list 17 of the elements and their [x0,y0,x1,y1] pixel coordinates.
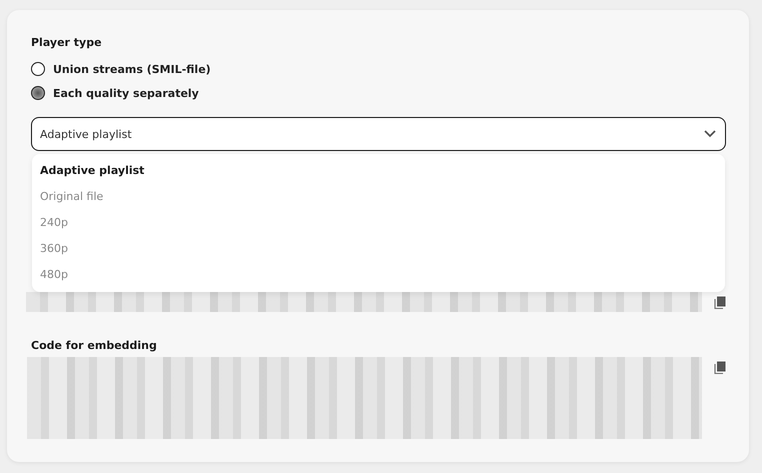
radio-label: Union streams (SMIL-file) [53,62,211,76]
dropdown-option[interactable]: Adaptive playlist [32,158,725,184]
dropdown-option[interactable]: Original file [32,184,725,210]
radio-label: Each quality separately [53,86,199,100]
copy-icon[interactable] [714,361,726,374]
radio-option[interactable]: Union streams (SMIL-file) [31,62,726,76]
radio-icon[interactable] [31,86,45,100]
radio-option[interactable]: Each quality separately [31,86,726,100]
quality-select[interactable]: Adaptive playlist [31,117,726,151]
radio-icon[interactable] [31,62,45,76]
dropdown-option[interactable]: 360p [32,236,725,262]
dropdown-option[interactable]: 480p [32,262,725,288]
dropdown-option[interactable]: 240p [32,210,725,236]
copy-icon[interactable] [714,296,726,309]
section-label: Player type [31,36,103,50]
chevron-icon [703,129,717,139]
section-label: Code for embedding [31,339,158,353]
